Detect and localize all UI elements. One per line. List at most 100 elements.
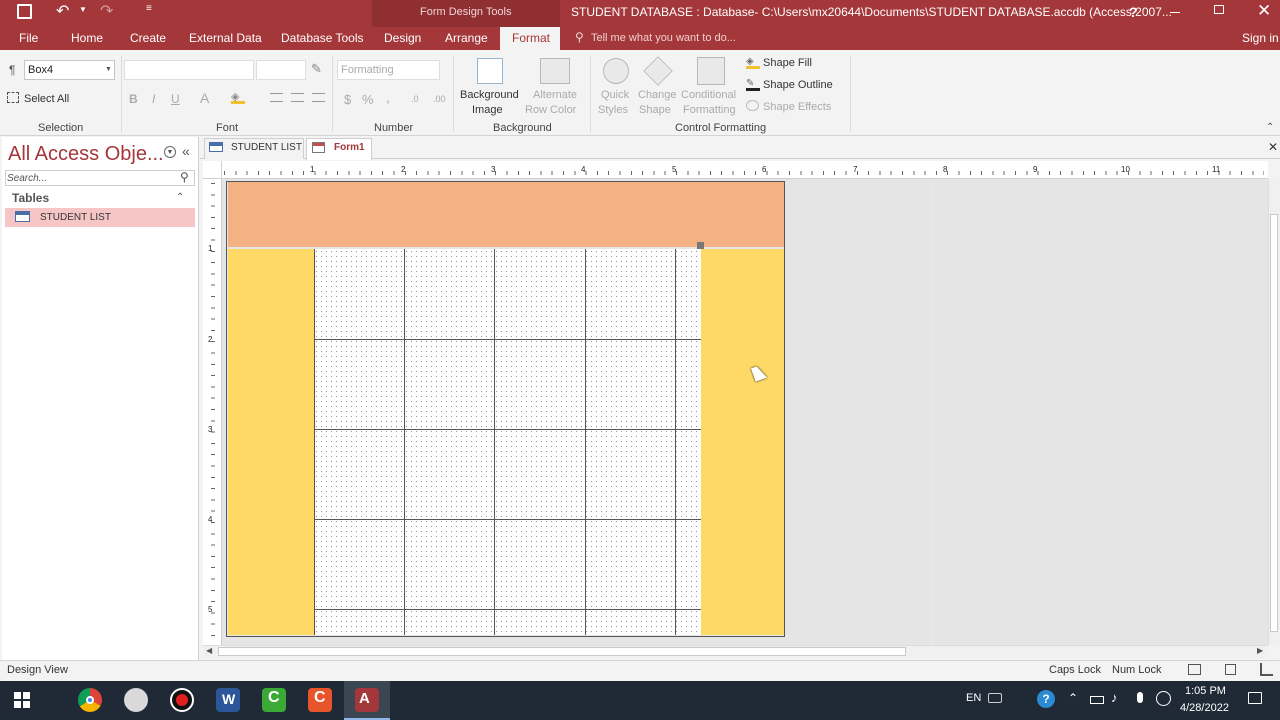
undo-dropdown-icon[interactable]: ▼ — [79, 5, 87, 14]
alternate-row-color-icon[interactable] — [540, 58, 570, 84]
help-button[interactable]: ? — [1129, 4, 1138, 20]
detail-section-grid[interactable] — [314, 249, 701, 635]
quick-styles-button[interactable]: Quick — [601, 88, 629, 103]
align-left-icon[interactable] — [270, 93, 283, 102]
group-label-font: Font — [216, 122, 239, 134]
left-box-control[interactable] — [228, 249, 314, 635]
increase-decimals-icon[interactable]: .0 — [411, 94, 419, 104]
conditional-formatting-icon[interactable] — [697, 57, 725, 85]
input-language[interactable]: EN — [966, 692, 981, 704]
percent-button[interactable]: % — [362, 92, 374, 107]
form-header-section[interactable] — [228, 182, 784, 247]
currency-button[interactable]: $ — [344, 92, 351, 107]
signin-link[interactable]: Sign in — [1242, 31, 1279, 45]
fill-color-icon[interactable]: ◈ — [231, 90, 245, 104]
background-image-button-line2[interactable]: Image — [472, 103, 503, 118]
shape-outline-icon[interactable]: ✎ — [746, 78, 760, 91]
background-image-icon[interactable] — [477, 58, 503, 84]
underline-button[interactable]: U — [171, 92, 180, 107]
shape-outline-button[interactable]: Shape Outline — [763, 78, 833, 93]
form-view-icon[interactable] — [1188, 664, 1201, 675]
tab-arrange[interactable]: Arrange — [445, 31, 488, 45]
keyboard-icon[interactable] — [988, 693, 1002, 703]
close-button[interactable]: ✕ — [1257, 1, 1271, 21]
nav-title[interactable]: All Access Obje... — [8, 143, 164, 166]
volume-icon[interactable]: ♪ — [1111, 690, 1118, 705]
windows-start-icon[interactable] — [14, 692, 30, 708]
network-icon[interactable] — [1156, 691, 1171, 706]
collapse-ribbon-icon[interactable]: ⌃ — [1266, 122, 1274, 133]
grid-line — [314, 429, 701, 430]
redo-icon[interactable]: ↷ — [100, 1, 113, 21]
search-icon[interactable]: ⚲ — [180, 170, 189, 184]
horizontal-ruler[interactable] — [222, 161, 1268, 179]
chevron-down-icon[interactable]: ▼ — [105, 66, 112, 73]
change-shape-button[interactable]: Change — [638, 88, 677, 103]
group-separator — [453, 56, 454, 132]
shape-effects-icon[interactable] — [746, 100, 759, 111]
tab-external-data[interactable]: External Data — [189, 31, 262, 45]
collapse-section-icon[interactable]: ⌃ — [176, 192, 184, 203]
nav-section-tables[interactable]: Tables — [12, 191, 49, 205]
select-all-button[interactable]: Select All — [24, 93, 69, 105]
change-shape-button-line2[interactable]: Shape — [639, 103, 671, 118]
align-center-icon[interactable] — [291, 93, 304, 102]
alternate-row-color-button[interactable]: Alternate — [533, 88, 577, 103]
tab-format[interactable]: Format — [512, 31, 550, 45]
status-view-label: Design View — [7, 664, 68, 676]
design-view-icon[interactable] — [1260, 663, 1273, 676]
tell-me-input[interactable]: Tell me what you want to do... — [591, 32, 736, 44]
quick-styles-button-line2[interactable]: Styles — [598, 103, 628, 118]
font-size-dropdown[interactable] — [256, 60, 306, 80]
help-tray-icon[interactable]: ? — [1037, 690, 1055, 708]
font-name-dropdown[interactable] — [124, 60, 254, 80]
context-tools-label: Form Design Tools — [420, 6, 512, 18]
tab-create[interactable]: Create — [130, 31, 166, 45]
font-color-button[interactable]: A — [200, 91, 209, 106]
grid-line — [314, 249, 315, 635]
background-image-button[interactable]: Background — [460, 88, 519, 103]
group-separator — [850, 56, 851, 132]
comma-button[interactable]: , — [386, 90, 390, 105]
tab-database-tools[interactable]: Database Tools — [281, 31, 364, 45]
tab-home[interactable]: Home — [71, 31, 103, 45]
format-painter-icon[interactable]: ✎ — [311, 61, 322, 77]
shape-fill-icon[interactable]: ◈ — [746, 56, 760, 69]
horizontal-scrollbar-thumb[interactable] — [218, 647, 906, 656]
italic-button[interactable]: I — [152, 92, 155, 107]
restore-button[interactable] — [1214, 5, 1224, 14]
save-icon[interactable] — [17, 4, 32, 19]
resize-handle[interactable] — [697, 242, 704, 249]
tab-file[interactable]: File — [19, 31, 38, 45]
show-hidden-icons[interactable]: ⌃ — [1068, 691, 1078, 705]
vertical-scrollbar-thumb[interactable] — [1270, 214, 1278, 632]
scroll-right-icon[interactable]: ▶ — [1257, 646, 1263, 655]
alternate-row-color-button-line2[interactable]: Row Color — [525, 103, 576, 118]
nav-menu-icon[interactable]: ▼ — [164, 146, 176, 158]
clock-date[interactable]: 4/28/2022 — [1180, 702, 1229, 714]
quick-styles-icon[interactable] — [603, 58, 629, 84]
right-box-control[interactable] — [701, 249, 784, 635]
clock-time[interactable]: 1:05 PM — [1185, 685, 1226, 697]
shape-effects-button[interactable]: Shape Effects — [763, 100, 831, 115]
conditional-formatting-button-line2[interactable]: Formatting — [683, 103, 736, 118]
customize-quick-access-icon[interactable]: ≡ — [146, 3, 152, 14]
scroll-left-icon[interactable]: ◀ — [206, 646, 212, 655]
select-all-icon — [7, 92, 19, 103]
bold-button[interactable]: B — [129, 92, 138, 107]
layout-view-icon[interactable] — [1225, 664, 1236, 675]
lightbulb-icon: ⚲ — [575, 30, 584, 44]
conditional-formatting-button[interactable]: Conditional — [681, 88, 736, 103]
shape-fill-button[interactable]: Shape Fill — [763, 56, 812, 71]
align-right-icon[interactable] — [312, 93, 325, 102]
minimize-button[interactable] — [1170, 12, 1180, 13]
shutter-bar-icon[interactable]: « — [182, 143, 190, 159]
undo-icon[interactable]: ↶ — [56, 1, 69, 21]
group-separator — [332, 56, 333, 132]
paint-icon[interactable] — [124, 688, 148, 712]
notifications-icon[interactable] — [1248, 692, 1262, 704]
close-document-icon[interactable]: ✕ — [1268, 140, 1278, 154]
tab-design[interactable]: Design — [384, 31, 421, 45]
decrease-decimals-icon[interactable]: .00 — [433, 94, 446, 104]
form-selector-box[interactable] — [203, 161, 222, 179]
